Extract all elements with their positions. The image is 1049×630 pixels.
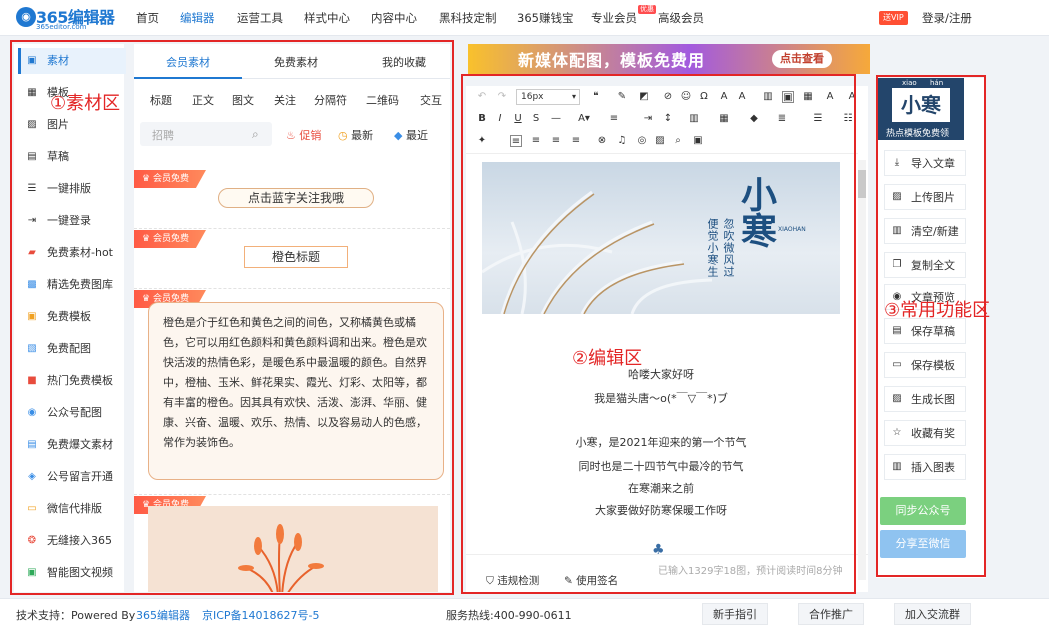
material-area-outline (10, 40, 454, 595)
annotation-functions: ③常用功能区 (884, 300, 991, 321)
nav-earn[interactable]: 365赚钱宝 (517, 10, 573, 26)
function-area-outline (876, 75, 986, 577)
cooperation-button[interactable]: 合作推广 (798, 603, 864, 625)
beginner-guide-button[interactable]: 新手指引 (702, 603, 768, 625)
editor-scrollbar[interactable] (858, 160, 866, 580)
nav-senior-member[interactable]: 高级会员 (658, 10, 704, 26)
footer-icp-link[interactable]: 京ICP备14018627号-5 (202, 607, 320, 623)
nav-pro-member[interactable]: 专业会员 (591, 10, 637, 26)
annotation-editor: ②编辑区 (572, 348, 643, 369)
logo[interactable]: ◉ 365编辑器 365editor.com (16, 4, 116, 32)
footer-brand-link[interactable]: 365编辑器 (136, 607, 190, 623)
logo-domain: 365editor.com (36, 23, 87, 31)
nav-tools[interactable]: 运营工具 (237, 10, 283, 26)
vip-badge[interactable]: 送VIP (879, 11, 908, 25)
nav-styles[interactable]: 样式中心 (304, 10, 350, 26)
join-group-button[interactable]: 加入交流群 (894, 603, 971, 625)
editor-area-outline (461, 74, 856, 594)
footer: 技术支持：Powered By 365编辑器 京ICP备14018627号-5 … (0, 598, 1049, 630)
top-nav: ◉ 365编辑器 365editor.com 首页 编辑器 运营工具 样式中心 … (0, 0, 1049, 36)
nav-content[interactable]: 内容中心 (371, 10, 417, 26)
login-link[interactable]: 登录/注册 (922, 10, 972, 26)
annotation-material: ①素材区 (50, 93, 121, 114)
owl-logo-icon: ◉ (16, 7, 36, 27)
nav-editor[interactable]: 编辑器 (180, 10, 215, 26)
banner-view-button[interactable]: 点击查看 (772, 50, 832, 68)
footer-hotline: 服务热线:400-990-0611 (446, 609, 572, 622)
scrollbar-thumb[interactable] (858, 170, 866, 198)
discount-badge: 优惠 (638, 5, 656, 14)
promo-banner[interactable]: 新媒体配图，模板免费用 点击查看 (468, 44, 870, 74)
nav-home[interactable]: 首页 (136, 10, 159, 26)
footer-support: 技术支持：Powered By (16, 609, 136, 622)
nav-custom[interactable]: 黑科技定制 (439, 10, 497, 26)
